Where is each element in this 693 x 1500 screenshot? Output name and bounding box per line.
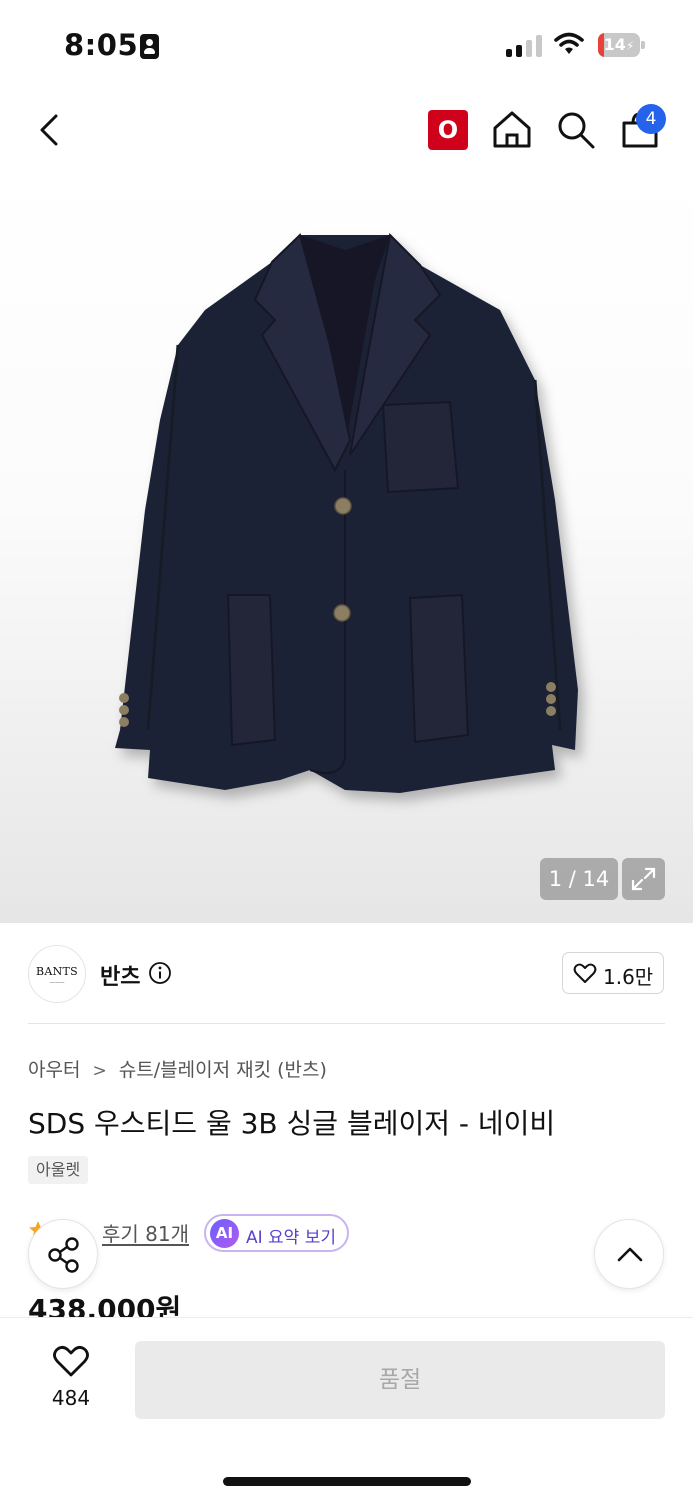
scroll-to-top-button[interactable] [594, 1219, 664, 1289]
share-icon [48, 1237, 79, 1273]
expand-icon [631, 867, 656, 891]
top-navigation: O [0, 90, 693, 170]
brand-logo[interactable]: BANTS ——— [28, 945, 86, 1003]
brand-name[interactable]: 반츠 [100, 959, 140, 991]
heart-icon[interactable] [52, 1344, 90, 1378]
cart-count-badge: 4 [636, 104, 666, 134]
home-indicator [223, 1477, 471, 1486]
divider [28, 1023, 665, 1024]
brand-row: BANTS ——— 반츠 1.6만 [0, 923, 693, 1025]
breadcrumb: 아우터 > 슈트/블레이저 재킷 (반츠) [28, 1055, 327, 1082]
breadcrumb-item-category[interactable]: 슈트/블레이저 재킷 (반츠) [119, 1059, 327, 1081]
product-price: 438,000원 [28, 1293, 182, 1318]
sold-out-button[interactable]: 품절 [135, 1341, 665, 1419]
share-button[interactable] [28, 1219, 98, 1289]
review-link[interactable]: 후기 81개 [102, 1218, 189, 1247]
ai-summary-label: AI 요약 보기 [246, 1228, 337, 1248]
chevron-up-icon [617, 1247, 643, 1262]
rating-row: 후기 81개 AI AI 요약 보기 [28, 1214, 588, 1254]
outlet-tag: 아울렛 [28, 1156, 89, 1184]
battery-level: 14 [603, 35, 626, 54]
chevron-right-icon: > [92, 1061, 107, 1081]
like-brand-button[interactable]: 1.6만 [562, 952, 664, 994]
product-title: SDS 우스티드 울 3B 싱글 블레이저 - 네이비 [28, 1107, 556, 1140]
bottom-action-bar: 484 품절 [0, 1317, 693, 1500]
breadcrumb-item-outer[interactable]: 아우터 [28, 1059, 80, 1081]
ai-icon: AI [210, 1219, 239, 1248]
search-icon[interactable] [554, 108, 598, 152]
o-point-badge[interactable]: O [428, 110, 468, 150]
image-counter: 1 / 14 [540, 858, 618, 900]
chevron-left-icon[interactable] [30, 110, 70, 150]
expand-image-button[interactable] [622, 858, 665, 900]
contact-card-icon [140, 34, 159, 59]
info-icon[interactable] [148, 961, 172, 985]
home-icon[interactable] [490, 108, 534, 152]
product-image-gallery[interactable]: 1 / 14 [0, 170, 693, 923]
wifi-icon [554, 32, 584, 54]
status-time: 8:05 [64, 28, 139, 62]
cellular-signal-icon [506, 33, 542, 57]
status-bar: 8:05 14⚡ [0, 0, 693, 90]
wish-count: 484 [51, 1386, 91, 1410]
heart-icon [573, 963, 597, 983]
ai-summary-button[interactable]: AI AI 요약 보기 [204, 1214, 349, 1252]
product-image [115, 232, 578, 793]
battery-icon: 14⚡ [598, 33, 646, 57]
brand-like-count: 1.6만 [603, 965, 654, 989]
